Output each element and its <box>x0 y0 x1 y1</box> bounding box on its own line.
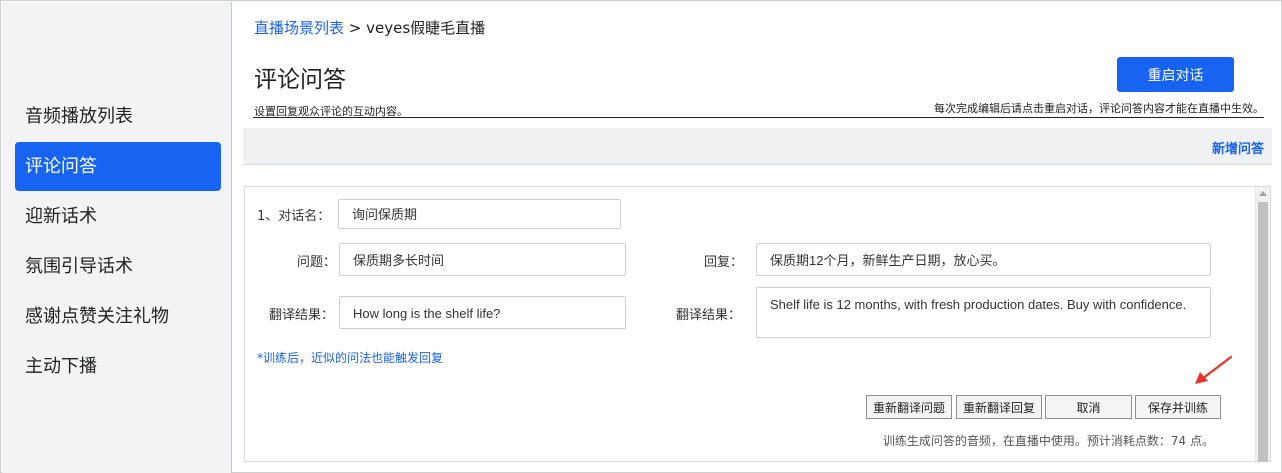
sidebar-item-atmosphere-script[interactable]: 氛围引导话术 <box>15 242 221 291</box>
reply-input[interactable]: 保质期12个月，新鲜生产日期，放心买。 <box>756 243 1211 276</box>
panel-scrollbar[interactable] <box>1255 187 1270 462</box>
qa-edit-panel: 1、对话名： 询问保质期 问题： 保质期多长时间 回复： 保质期12个月，新鲜生… <box>244 186 1271 462</box>
point-cost-text: 训练生成问答的音频，在直播中使用。预计消耗点数：74 点。 <box>882 434 1214 448</box>
scroll-up-arrow-icon[interactable] <box>1259 191 1267 196</box>
dialog-name-label: 1、对话名： <box>257 209 331 224</box>
question-input[interactable]: 保质期多长时间 <box>339 243 626 276</box>
page-title: 评论问答 <box>254 67 346 93</box>
main-content: 直播场景列表 > veyes假睫毛直播 评论问答 重启对话 设置回复观众评论的互… <box>233 2 1282 473</box>
question-translation-label: 翻译结果： <box>269 308 335 323</box>
dialog-name-input[interactable]: 询问保质期 <box>338 199 621 229</box>
sidebar-item-welcome-script[interactable]: 迎新话术 <box>15 192 221 241</box>
sidebar: 音频播放列表 评论问答 迎新话术 氛围引导话术 感谢点赞关注礼物 主动下播 <box>2 2 232 473</box>
breadcrumb-current: veyes假睫毛直播 <box>366 19 486 37</box>
sidebar-item-comment-qa[interactable]: 评论问答 <box>15 142 221 191</box>
breadcrumb-separator: > <box>344 19 367 37</box>
app-window: 音频播放列表 评论问答 迎新话术 氛围引导话术 感谢点赞关注礼物 主动下播 直播… <box>0 0 1282 473</box>
breadcrumb: 直播场景列表 > veyes假睫毛直播 <box>254 17 485 38</box>
title-divider <box>253 117 1264 118</box>
reply-translation-label: 翻译结果： <box>676 308 742 323</box>
reply-label: 回复： <box>704 255 744 270</box>
restart-dialog-button[interactable]: 重启对话 <box>1117 57 1234 92</box>
qa-toolbar: 新增问答 <box>243 128 1272 165</box>
question-label: 问题： <box>297 255 337 270</box>
sidebar-item-end-broadcast[interactable]: 主动下播 <box>15 342 221 391</box>
reply-translation-field[interactable]: Shelf life is 12 months, with fresh prod… <box>756 287 1211 338</box>
sidebar-item-thanks-gifts[interactable]: 感谢点赞关注礼物 <box>15 292 221 341</box>
add-qa-button[interactable]: 新增问答 <box>1212 138 1264 157</box>
cancel-button[interactable]: 取消 <box>1045 395 1132 419</box>
save-and-train-button[interactable]: 保存并训练 <box>1135 395 1221 419</box>
training-note: *训练后，近似的问法也能触发回复 <box>257 351 444 365</box>
question-translation-field[interactable]: How long is the shelf life? <box>339 296 626 329</box>
annotation-arrow-icon <box>1195 355 1233 384</box>
breadcrumb-link-scene-list[interactable]: 直播场景列表 <box>254 19 344 37</box>
restart-hint: 每次完成编辑后请点击重启对话，评论问答内容才能在直播中生效。 <box>934 102 1264 115</box>
retranslate-reply-button[interactable]: 重新翻译回复 <box>956 395 1042 419</box>
retranslate-question-button[interactable]: 重新翻译问题 <box>866 395 952 419</box>
scroll-thumb[interactable] <box>1258 202 1268 462</box>
sidebar-item-audio-playlist[interactable]: 音频播放列表 <box>15 92 221 141</box>
